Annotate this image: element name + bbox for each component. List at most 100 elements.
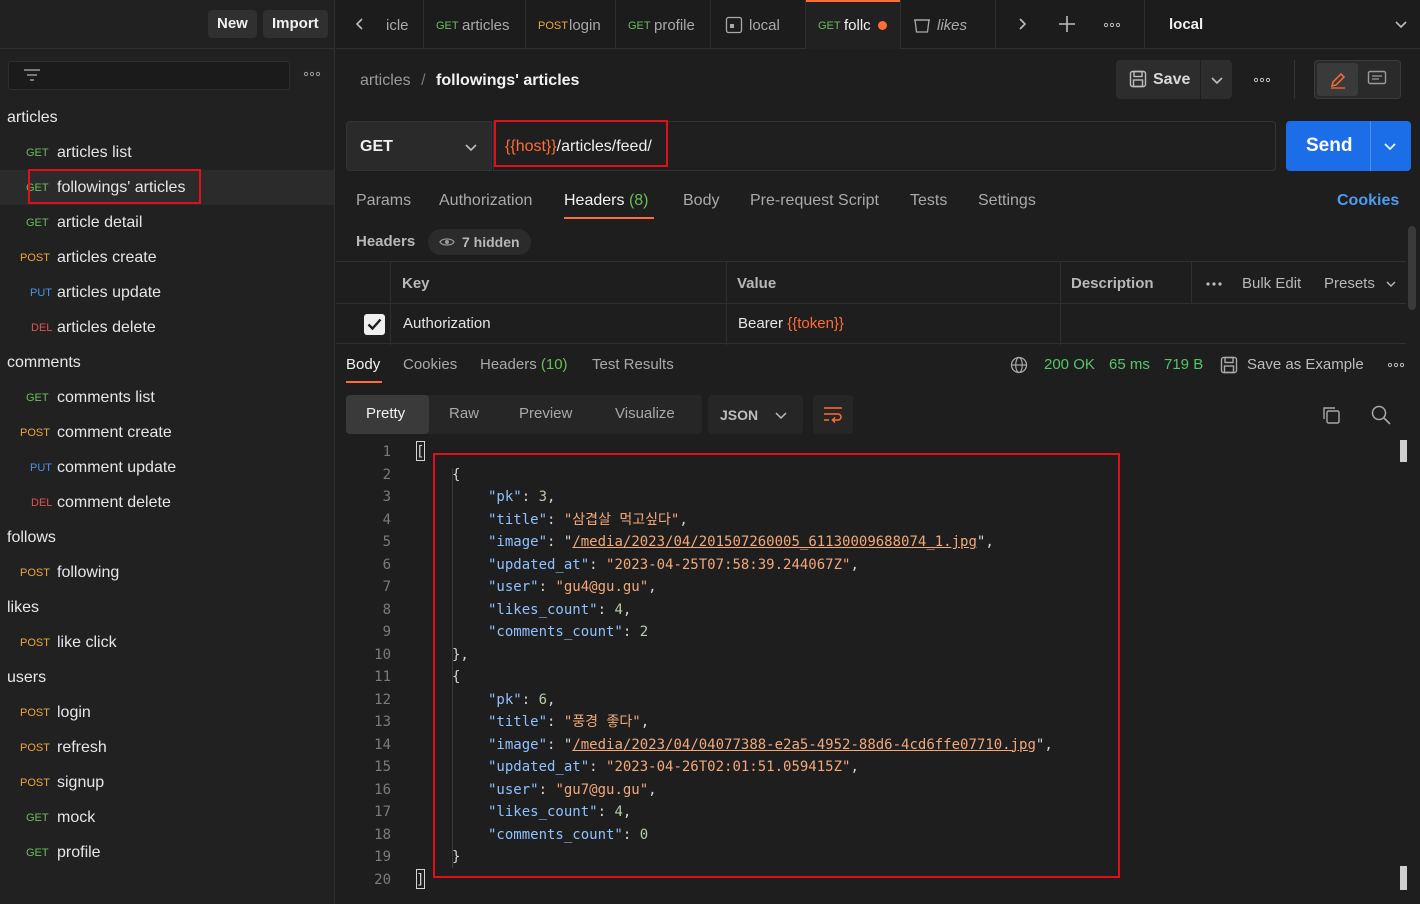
sidebar-request-item[interactable]: POST like click: [0, 625, 334, 660]
sidebar-request-item[interactable]: GET article detail: [0, 205, 334, 240]
response-tab-headers[interactable]: Headers (10): [480, 355, 568, 375]
sidebar-request-item[interactable]: POST refresh: [0, 730, 334, 765]
send-label: Send: [1306, 135, 1353, 156]
sidebar-request-item[interactable]: POST login: [0, 695, 334, 730]
request-scrollbar[interactable]: [1408, 226, 1416, 310]
response-tab-cookies[interactable]: Cookies: [403, 355, 457, 375]
import-button[interactable]: Import: [263, 10, 328, 38]
comments-icon[interactable]: [1367, 70, 1387, 88]
tab-params[interactable]: Params: [356, 191, 411, 211]
header-enabled-checkbox[interactable]: [364, 314, 385, 335]
globe-icon[interactable]: [1010, 356, 1028, 374]
view-mode-raw[interactable]: Raw: [449, 405, 479, 423]
sidebar-folder[interactable]: users: [7, 668, 46, 688]
header-value-cell[interactable]: Bearer {{token}}: [738, 315, 844, 333]
code-scrollbar-bottom[interactable]: [1400, 866, 1407, 890]
wrap-lines-button[interactable]: [813, 395, 853, 434]
hidden-headers-toggle[interactable]: 7 hidden: [428, 229, 531, 255]
request-more-icon[interactable]: [1252, 70, 1272, 90]
response-size[interactable]: 719 B: [1164, 355, 1203, 375]
table-more-icon[interactable]: [1204, 274, 1224, 294]
column-header-description: Description: [1071, 275, 1154, 292]
more-options-icon[interactable]: [302, 64, 322, 84]
chevron-right-icon[interactable]: [1014, 16, 1030, 32]
sidebar-request-item[interactable]: POST comment create: [0, 415, 334, 450]
sidebar-request-item[interactable]: DEL comment delete: [0, 485, 334, 520]
search-icon[interactable]: [1371, 405, 1391, 425]
breadcrumb-parent[interactable]: articles: [360, 72, 411, 89]
code-scrollbar-top[interactable]: [1400, 440, 1407, 462]
line-number: 18: [374, 826, 391, 843]
request-tab[interactable]: GET follc: [806, 0, 901, 49]
sidebar-folder[interactable]: comments: [7, 353, 81, 373]
code-line: "pk": 3,: [488, 489, 556, 505]
sidebar-request-item[interactable]: PUT comment update: [0, 450, 334, 485]
sidebar-item-label: comments list: [57, 389, 155, 406]
copy-icon[interactable]: [1321, 405, 1341, 425]
sidebar-request-item[interactable]: GET comments list: [0, 380, 334, 415]
edit-mode-button[interactable]: [1317, 63, 1358, 96]
request-tab[interactable]: GET profile: [616, 0, 711, 49]
sidebar-item-label: following: [57, 564, 120, 581]
code-line: "title": "삼겹살 먹고싶다",: [488, 511, 688, 528]
url-input[interactable]: {{host}}/articles/feed/: [493, 121, 1276, 171]
response-status[interactable]: 200 OK: [1044, 355, 1095, 375]
cookies-link[interactable]: Cookies: [1337, 191, 1399, 211]
new-button[interactable]: New: [208, 10, 257, 38]
json-key: "comments_count": [488, 826, 623, 843]
format-select[interactable]: JSON: [708, 395, 803, 434]
tab-settings[interactable]: Settings: [978, 191, 1036, 211]
environment-selector[interactable]: local: [1144, 0, 1420, 49]
response-more-icon[interactable]: [1386, 355, 1406, 375]
header-key-cell[interactable]: Authorization: [403, 315, 491, 333]
sidebar-folder[interactable]: follows: [7, 528, 56, 548]
request-tab[interactable]: local: [711, 0, 806, 49]
sidebar-request-item[interactable]: GET followings' articles: [0, 170, 334, 205]
request-tab[interactable]: icle: [374, 0, 424, 49]
tab-pre-request-script[interactable]: Pre-request Script: [750, 191, 879, 211]
sidebar-filter-input[interactable]: [8, 61, 290, 90]
sidebar-request-item[interactable]: GET profile: [0, 835, 334, 870]
sidebar-request-item[interactable]: PUT articles update: [0, 275, 334, 310]
sidebar-folder[interactable]: articles: [7, 108, 58, 128]
sidebar-folder[interactable]: likes: [7, 598, 39, 618]
line-number: 2: [382, 466, 391, 483]
sidebar-request-item[interactable]: DEL articles delete: [0, 310, 334, 345]
view-mode-visualize[interactable]: Visualize: [615, 405, 675, 423]
chevron-left-icon[interactable]: [352, 16, 368, 32]
request-tab[interactable]: GET articles: [424, 0, 526, 49]
response-time[interactable]: 65 ms: [1109, 355, 1150, 375]
sidebar-request-item[interactable]: GET articles list: [0, 135, 334, 170]
eye-icon: [439, 236, 455, 248]
save-button[interactable]: Save: [1116, 60, 1200, 99]
send-button[interactable]: Send: [1286, 121, 1411, 171]
tab-authorization[interactable]: Authorization: [439, 191, 532, 211]
presets-dropdown[interactable]: Presets: [1324, 275, 1375, 293]
tab-tests[interactable]: Tests: [910, 191, 947, 211]
method-badge: POST: [20, 707, 50, 719]
sidebar-request-item[interactable]: POST articles create: [0, 240, 334, 275]
tabs-more-icon[interactable]: [1102, 15, 1122, 35]
tab-body[interactable]: Body: [683, 191, 719, 211]
view-mode-pretty[interactable]: Pretty: [346, 395, 429, 434]
response-tab-test-results[interactable]: Test Results: [592, 355, 674, 375]
method-badge: GET: [26, 812, 49, 824]
json-link[interactable]: /media/2023/04/04077388-e2a5-4952-88d6-4…: [572, 737, 1036, 753]
json-link[interactable]: /media/2023/04/201507260005_611300096880…: [572, 534, 977, 550]
chevron-down-icon[interactable]: [1382, 138, 1398, 154]
response-tab-body[interactable]: Body: [346, 355, 380, 375]
sidebar-request-item[interactable]: POST signup: [0, 765, 334, 800]
save-dropdown-button[interactable]: [1201, 60, 1232, 99]
view-mode-preview[interactable]: Preview: [519, 405, 572, 423]
line-number: 7: [382, 579, 391, 595]
save-as-example-button[interactable]: Save as Example: [1247, 355, 1364, 375]
sidebar-request-item[interactable]: GET mock: [0, 800, 334, 835]
sidebar-request-item[interactable]: POST following: [0, 555, 334, 590]
method-select[interactable]: GET: [346, 121, 492, 171]
request-tab[interactable]: likes: [901, 0, 996, 49]
tab-headers[interactable]: Headers (8): [564, 191, 649, 211]
request-tab[interactable]: POST login: [526, 0, 616, 49]
new-tab-plus-icon[interactable]: [1058, 15, 1076, 33]
response-body-code[interactable]: 1[2{3 "pk": 3, 4 "title": "삼겹살 먹고싶다", 5 "imag…: [346, 440, 1406, 904]
bulk-edit-button[interactable]: Bulk Edit: [1242, 275, 1301, 293]
